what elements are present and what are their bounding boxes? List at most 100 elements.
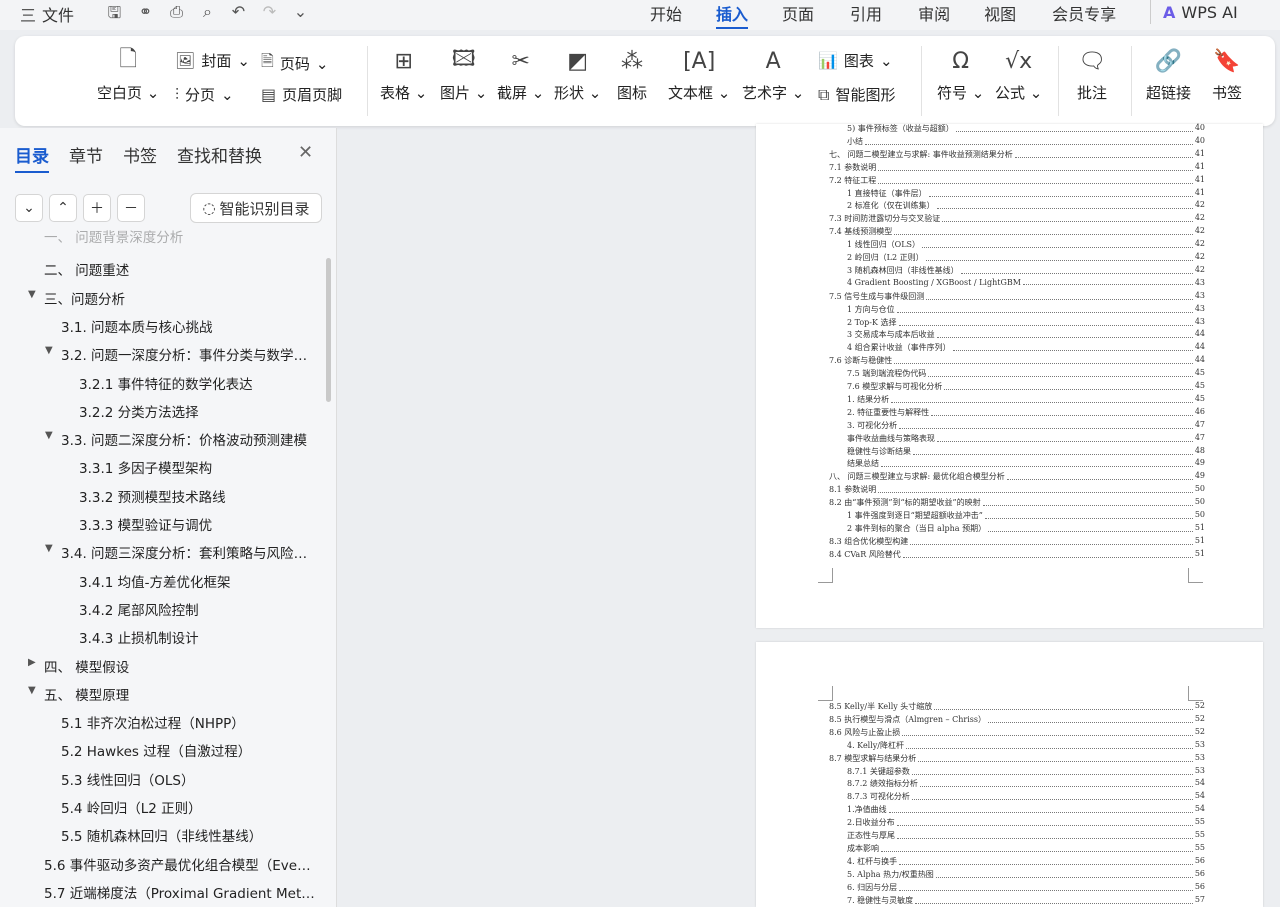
toc-item[interactable]: 五、 模型原理 bbox=[44, 684, 318, 704]
print-preview-icon[interactable]: ⌕ bbox=[197, 2, 218, 29]
nav-tab-chapters[interactable]: 章节 bbox=[69, 142, 103, 173]
page-break-button[interactable]: ⫶ 分页 ⌄ bbox=[175, 84, 234, 105]
hyperlink-button[interactable]: 🔗 超链接 bbox=[1146, 46, 1191, 103]
undo-icon[interactable]: ↶ bbox=[228, 2, 249, 29]
toc-item[interactable]: 3.2.2 分类方法选择 bbox=[79, 401, 318, 421]
tab-review[interactable]: 审阅 bbox=[918, 1, 950, 25]
smart-graphic-button[interactable]: ⧉ 智能图形 bbox=[818, 84, 895, 105]
promote-level-icon[interactable]: ＋ bbox=[83, 194, 111, 222]
toc-item[interactable]: 3.2. 问题一深度分析：事件分类与数学建 … bbox=[61, 344, 318, 364]
hamburger-icon[interactable]: 三 bbox=[20, 6, 36, 25]
toc-item[interactable]: 5.1 非齐次泊松过程（NHPP） bbox=[61, 712, 318, 732]
symbol-button[interactable]: Ω 符号 ⌄ bbox=[937, 46, 984, 103]
shape-button[interactable]: ◩ 形状 ⌄ bbox=[554, 46, 601, 103]
expanded-chevron-icon[interactable]: ▼ bbox=[28, 685, 36, 696]
toc-item[interactable]: 3.3.1 多因子模型架构 bbox=[79, 457, 318, 477]
blank-page-button[interactable]: 🗋 空白页 ⌄ bbox=[97, 46, 159, 103]
expand-all-icon[interactable]: ⌄ bbox=[15, 194, 43, 222]
wps-ai-button[interactable]: A WPS AI bbox=[1150, 0, 1238, 24]
nav-pane-tabs: 目录 章节 书签 查找和替换 bbox=[15, 142, 262, 173]
toc-item[interactable]: 5.5 随机森林回归（非线性基线） bbox=[61, 825, 318, 845]
toc-item[interactable]: 5.6 事件驱动多资产最优化组合模型（Event … bbox=[44, 854, 318, 874]
tab-references[interactable]: 引用 bbox=[850, 1, 882, 25]
toc-item[interactable]: 3.3.2 预测模型技术路线 bbox=[79, 486, 318, 506]
toc-item[interactable]: 5.2 Hawkes 过程（自激过程） bbox=[61, 740, 318, 760]
page-number-button[interactable]: 🗎 页码 ⌄ bbox=[261, 50, 328, 77]
nav-tab-bookmarks[interactable]: 书签 bbox=[123, 142, 157, 173]
more-chevron-icon[interactable]: ⌄ bbox=[290, 2, 311, 29]
file-menu-label: 文件 bbox=[42, 6, 75, 25]
toc-scrollbar[interactable] bbox=[326, 258, 331, 402]
ribbon-insert: 🗋 空白页 ⌄ 🖼 封面 ⌄ ⫶ 分页 ⌄ 🗎 页码 ⌄ ▤ 页眉页脚 ⊞ 表格 ⌄ 🖾… bbox=[15, 36, 1275, 126]
comment-button[interactable]: 🗨 批注 bbox=[1077, 46, 1107, 103]
doc-toc-page-number: 41 bbox=[1194, 161, 1205, 171]
toc-item[interactable]: 3.2.1 事件特征的数学化表达 bbox=[79, 373, 318, 393]
toc-item[interactable]: 3.1. 问题本质与核心挑战 bbox=[61, 316, 318, 336]
expanded-chevron-icon[interactable]: ▼ bbox=[28, 289, 36, 300]
doc-toc-title: 8.3 组合优化模型构建 bbox=[829, 536, 909, 546]
toc-item[interactable]: 三、问题分析 bbox=[44, 288, 318, 308]
dot-leader bbox=[894, 226, 1193, 236]
tab-home[interactable]: 开始 bbox=[650, 1, 682, 25]
toc-item[interactable]: 3.4.3 止损机制设计 bbox=[79, 627, 318, 647]
bookmark-button[interactable]: 🔖 书签 bbox=[1212, 46, 1242, 103]
toc-item[interactable]: 3.4.2 尾部风险控制 bbox=[79, 599, 318, 619]
toc-item[interactable]: 二、 问题重述 bbox=[44, 259, 318, 279]
doc-toc-page-number: 45 bbox=[1194, 393, 1205, 403]
doc-toc-line: 1 事件强度到逐日“期望超额收益冲击” 50 bbox=[847, 510, 1205, 521]
nav-tab-find-replace[interactable]: 查找和替换 bbox=[177, 142, 262, 173]
expanded-chevron-icon[interactable]: ▼ bbox=[45, 430, 53, 441]
toc-item[interactable]: 3.4.1 均值-方差优化框架 bbox=[79, 571, 318, 591]
nav-tab-toc[interactable]: 目录 bbox=[15, 142, 49, 173]
quick-access-toolbar: 🖫 ⚭ ⎙ ⌕ ↶ ↷ ⌄ bbox=[104, 2, 311, 29]
wordart-button[interactable]: A 艺术字 ⌄ bbox=[742, 46, 804, 103]
table-button[interactable]: ⊞ 表格 ⌄ bbox=[380, 46, 427, 103]
toc-item[interactable]: 5.7 近端梯度法（Proximal Gradient Metho … bbox=[44, 882, 318, 902]
toc-item[interactable]: 一、 问题背景深度分析 bbox=[44, 226, 318, 246]
tab-view[interactable]: 视图 bbox=[984, 1, 1016, 25]
cover-button[interactable]: 🖼 封面 ⌄ bbox=[175, 50, 250, 71]
doc-toc-line: 2.日收益分布 55 bbox=[847, 817, 1205, 828]
print-icon[interactable]: ⎙ bbox=[166, 2, 187, 29]
doc-toc-page-number: 56 bbox=[1194, 868, 1205, 878]
collapsed-chevron-icon[interactable]: ▶ bbox=[28, 657, 36, 668]
icon-button[interactable]: ⁂ 图标 bbox=[617, 46, 647, 103]
smart-toc-button[interactable]: ◌ 智能识别目录 bbox=[190, 193, 322, 223]
toc-item[interactable]: 3.3.3 模型验证与调优 bbox=[79, 514, 318, 534]
cloud-link-icon[interactable]: ⚭ bbox=[135, 2, 156, 29]
header-footer-button[interactable]: ▤ 页眉页脚 bbox=[261, 84, 342, 105]
doc-toc-title: 8.6 风险与止盈止损 bbox=[829, 727, 901, 737]
textbox-button[interactable]: [A] 文本框 ⌄ bbox=[668, 46, 730, 103]
screenshot-button[interactable]: ✂ 截屏 ⌄ bbox=[497, 46, 544, 103]
doc-toc-line: 7.5 端到端流程伪代码 45 bbox=[847, 368, 1205, 379]
toc-item[interactable]: 3.4. 问题三深度分析：套利策略与风险控 … bbox=[61, 542, 318, 562]
doc-toc-line: 8.7.2 绩效指标分析 54 bbox=[847, 778, 1205, 789]
tab-member[interactable]: 会员专享 bbox=[1052, 1, 1116, 25]
picture-button[interactable]: 🖾 图片 ⌄ bbox=[440, 46, 487, 103]
toc-item[interactable]: 5.4 岭回归（L2 正则） bbox=[61, 797, 318, 817]
doc-toc-title: 4. 杠杆与换手 bbox=[847, 856, 898, 866]
expanded-chevron-icon[interactable]: ▼ bbox=[45, 345, 53, 356]
redo-icon[interactable]: ↷ bbox=[259, 2, 280, 29]
close-icon[interactable]: ✕ bbox=[298, 142, 313, 163]
demote-level-icon[interactable]: － bbox=[117, 194, 145, 222]
sqrt-x-icon: √x bbox=[1005, 48, 1033, 74]
doc-toc-line: 7.1 参数说明 41 bbox=[829, 162, 1205, 173]
table-icon: ⊞ bbox=[394, 48, 413, 74]
toc-item[interactable]: 四、 模型假设 bbox=[44, 656, 318, 676]
save-icon[interactable]: 🖫 bbox=[104, 2, 125, 29]
tab-page[interactable]: 页面 bbox=[782, 1, 814, 25]
doc-toc-line: 7.2 特征工程 41 bbox=[829, 175, 1205, 186]
chart-button[interactable]: 📊 图表 ⌄ bbox=[818, 50, 893, 71]
formula-button[interactable]: √x 公式 ⌄ bbox=[995, 46, 1042, 103]
doc-toc-line: 7.4 基线预测模型 42 bbox=[829, 226, 1205, 237]
file-menu[interactable]: 三文件 bbox=[20, 2, 74, 26]
toc-item[interactable]: 5.3 线性回归（OLS） bbox=[61, 769, 318, 789]
tab-insert[interactable]: 插入 bbox=[716, 1, 749, 29]
toc-item[interactable]: 3.3. 问题二深度分析：价格波动预测建模 bbox=[61, 429, 318, 449]
doc-toc-line: 8.7.1 关键超参数 53 bbox=[847, 766, 1205, 777]
expanded-chevron-icon[interactable]: ▼ bbox=[45, 543, 53, 554]
doc-toc-line: 8.7.3 可视化分析 54 bbox=[847, 791, 1205, 802]
collapse-all-icon[interactable]: ⌃ bbox=[49, 194, 77, 222]
toc-item-label: 3.4.2 尾部风险控制 bbox=[79, 602, 199, 619]
